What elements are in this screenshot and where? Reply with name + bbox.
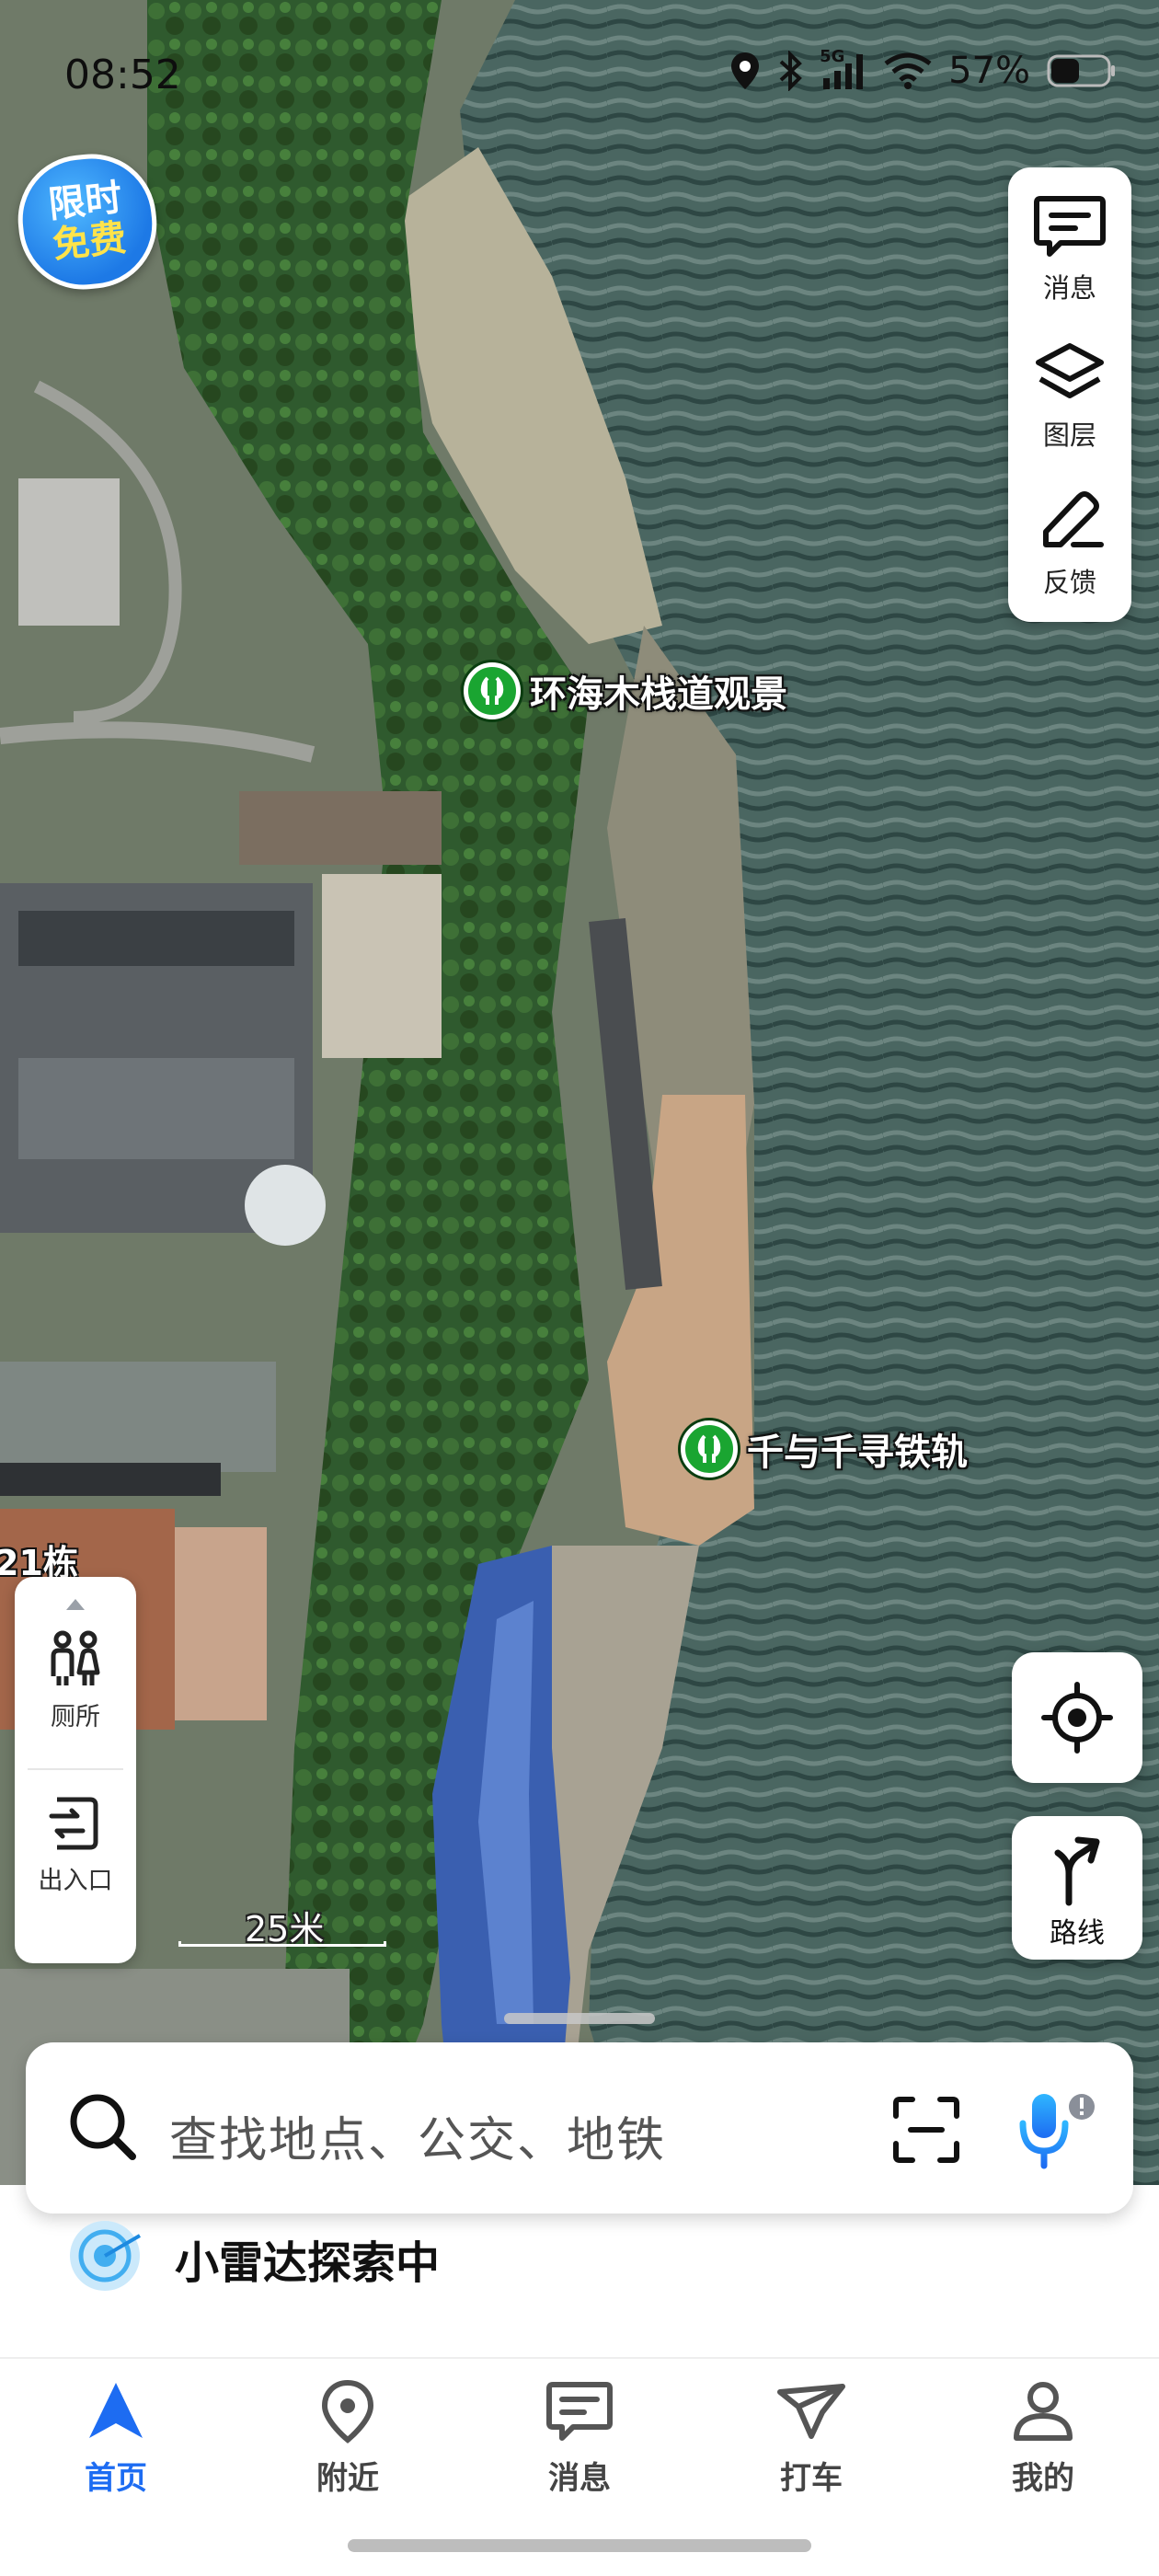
tab-home[interactable]: 首页 <box>24 2379 208 2498</box>
home-indicator[interactable] <box>348 2539 811 2552</box>
location-icon <box>731 52 760 89</box>
tab-label: 消息 <box>548 2460 611 2497</box>
taxi-icon <box>777 2384 845 2439</box>
message-label: 消息 <box>1042 272 1096 304</box>
tab-taxi[interactable]: 打车 <box>719 2379 903 2498</box>
map-scale: 25米 <box>178 1901 388 1952</box>
clock: 08:52 <box>64 52 181 98</box>
status-bar: 08:52 5G 57% <box>0 0 1159 101</box>
search-icon <box>70 2094 136 2160</box>
divider <box>28 1768 123 1770</box>
scale-bar <box>178 1941 386 1947</box>
sheet-drag-handle[interactable] <box>504 2013 655 2024</box>
layers-label: 图层 <box>1042 420 1096 451</box>
profile-icon <box>1014 2382 1073 2441</box>
scan-icon[interactable] <box>890 2094 962 2166</box>
tab-label: 我的 <box>1012 2460 1074 2497</box>
layers-icon <box>1036 343 1104 398</box>
chat-bubble-icon <box>546 2382 613 2441</box>
entrance-button[interactable]: 出入口 <box>15 1794 136 1896</box>
radar-icon <box>70 2221 142 2291</box>
tab-divider <box>0 2357 1159 2359</box>
my-location-button[interactable] <box>1012 1652 1142 1783</box>
location-pin-icon <box>321 2379 374 2444</box>
feedback-pen-icon <box>1043 491 1104 547</box>
voice-mic-icon[interactable] <box>1014 2087 1106 2175</box>
message-icon <box>1034 196 1106 257</box>
route-label: 路线 <box>1050 1917 1105 1949</box>
layers-button[interactable]: 图层 <box>1008 315 1131 453</box>
tab-label: 附近 <box>316 2460 379 2497</box>
poi-label: 千与千寻铁轨 <box>747 1432 968 1474</box>
tab-label: 打车 <box>780 2460 843 2497</box>
bottom-tab-bar: 首页 附近 消息 打车 我的 <box>0 2379 1159 2499</box>
battery-icon <box>1047 54 1115 87</box>
search-placeholder: 查找地点、公交、地铁 <box>169 2113 667 2168</box>
search-bar[interactable]: 查找地点、公交、地铁 <box>26 2042 1133 2214</box>
collapse-caret-icon[interactable] <box>66 1599 85 1610</box>
signal-icon: 5G <box>820 47 867 91</box>
poi-railway[interactable]: 千与千寻铁轨 <box>681 1420 968 1478</box>
wifi-icon <box>884 52 932 89</box>
radar-status-text: 小雷达探索中 <box>175 2237 441 2289</box>
toilet-label: 厕所 <box>51 1703 100 1731</box>
map-tools-panel: 消息 图层 反馈 <box>1008 167 1131 622</box>
feedback-button[interactable]: 反馈 <box>1008 462 1131 600</box>
message-button[interactable]: 消息 <box>1008 167 1131 305</box>
promo-line2: 免费 <box>51 216 129 267</box>
tab-nearby[interactable]: 附近 <box>256 2379 440 2498</box>
tab-messages[interactable]: 消息 <box>488 2379 671 2498</box>
poi-label: 环海木栈道观景 <box>530 673 787 716</box>
feedback-label: 反馈 <box>1042 567 1096 598</box>
locate-crosshair-icon <box>1041 1682 1113 1754</box>
satellite-imagery <box>0 0 1159 2208</box>
battery-percent: 57% <box>948 50 1030 92</box>
entrance-label: 出入口 <box>38 1867 113 1895</box>
route-fork-icon <box>1054 1836 1100 1906</box>
tab-label: 首页 <box>85 2460 147 2497</box>
bluetooth-icon <box>779 51 802 91</box>
satellite-map[interactable]: 环海木栈道观景 千与千寻铁轨 21栋 25米 <box>0 0 1159 2208</box>
scenic-spot-icon <box>681 1420 738 1478</box>
route-button[interactable]: 路线 <box>1012 1816 1142 1960</box>
toilet-button[interactable]: 厕所 <box>15 1630 136 1732</box>
toilet-icon <box>51 1630 100 1685</box>
facility-panel: 厕所 出入口 <box>15 1577 136 1963</box>
entrance-icon <box>49 1797 98 1850</box>
poi-boardwalk[interactable]: 环海木栈道观景 <box>464 662 787 719</box>
tab-profile[interactable]: 我的 <box>951 2379 1135 2498</box>
scenic-spot-icon <box>464 662 521 719</box>
navigation-arrow-icon <box>89 2383 143 2438</box>
